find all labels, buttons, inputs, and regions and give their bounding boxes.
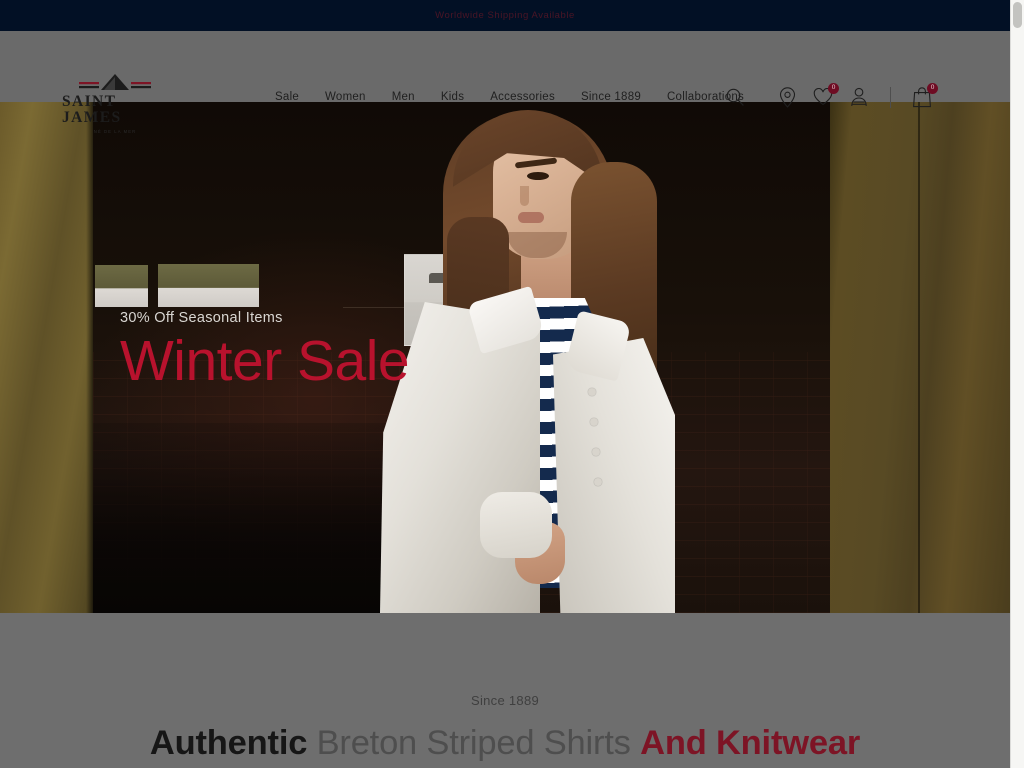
logo-tagline: NÉ DE LA MER (93, 129, 137, 134)
cart-count-badge: 0 (927, 83, 938, 94)
icon-divider (890, 86, 891, 108)
site-logo[interactable]: SAINT JAMES NÉ DE LA MER (62, 73, 168, 134)
store-locator-icon[interactable] (777, 86, 797, 108)
intro-section: Since 1889 Authentic Breton Striped Shir… (0, 613, 1010, 768)
nav-item-kids[interactable]: Kids (428, 89, 477, 105)
intro-heading-part3: And (640, 724, 707, 762)
hero-banner[interactable]: 30% Off Seasonal Items Winter Sale (0, 102, 1010, 613)
logo-wordmark: SAINT JAMES (62, 93, 122, 126)
scrollbar-thumb[interactable] (1013, 2, 1022, 28)
door-frame-left (0, 102, 93, 613)
intro-heading-part4: Knitwear (715, 724, 861, 762)
search-icon[interactable] (725, 87, 745, 107)
page-root: 30% Off Seasonal Items Winter Sale Since… (0, 0, 1024, 768)
account-person-icon[interactable] (849, 86, 869, 108)
main-navigation: Sale Women Men Kids Accessories Since 18… (262, 89, 757, 105)
intro-heading: Authentic Breton Striped Shirts And Knit… (0, 722, 1010, 764)
boat-sail-logo-icon (69, 73, 161, 93)
nav-item-sale[interactable]: Sale (262, 89, 312, 105)
intro-kicker: Since 1889 (470, 693, 540, 708)
hero-title: Winter Sale (120, 329, 410, 393)
intro-heading-part2: Breton Striped Shirts (316, 724, 631, 762)
intro-heading-part1: Authentic (149, 724, 308, 762)
nav-item-since-1889[interactable]: Since 1889 (568, 89, 654, 105)
header-icon-cluster: 0 0 (777, 83, 938, 108)
hero-copy: 30% Off Seasonal Items Winter Sale (120, 310, 410, 393)
nav-item-accessories[interactable]: Accessories (477, 89, 568, 105)
announcement-bar[interactable]: Worldwide Shipping Available (0, 0, 1010, 31)
hero-eyebrow: 30% Off Seasonal Items (120, 310, 283, 326)
site-header: SAINT JAMES NÉ DE LA MER Sale Women Men … (0, 31, 1010, 134)
wishlist-heart-icon[interactable]: 0 (813, 83, 839, 108)
page-scrollbar[interactable] (1010, 0, 1024, 768)
nav-item-women[interactable]: Women (312, 89, 379, 105)
door-panel-right (830, 102, 1010, 613)
hero-model-figure (375, 102, 745, 613)
wishlist-count-badge: 0 (828, 83, 839, 94)
shelf-box (95, 265, 148, 307)
announcement-text: Worldwide Shipping Available (435, 10, 575, 21)
nav-item-men[interactable]: Men (379, 89, 428, 105)
shelf-box (158, 264, 259, 307)
shopping-bag-icon[interactable]: 0 (912, 83, 938, 108)
